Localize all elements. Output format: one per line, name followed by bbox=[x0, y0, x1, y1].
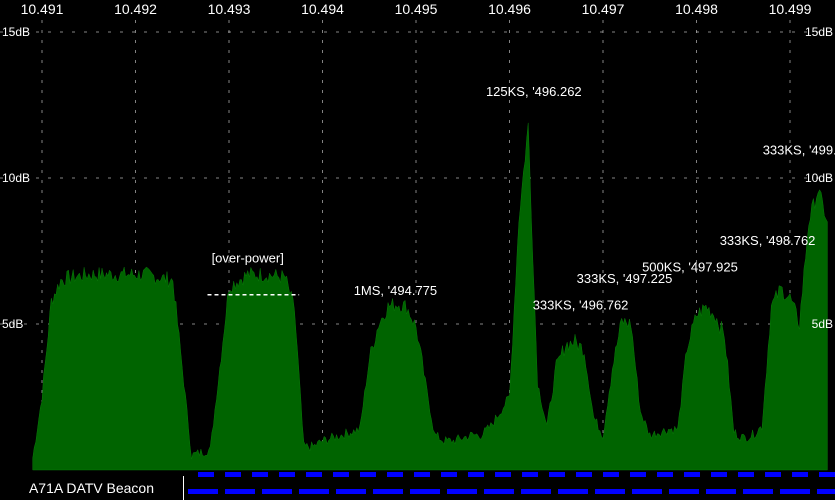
channel-bar-bottom bbox=[595, 489, 625, 494]
channel-bar-top bbox=[279, 472, 295, 477]
db-tick-label-right: 15dB bbox=[805, 25, 833, 39]
signal-annotation: 333KS, '496.762 bbox=[533, 297, 629, 312]
beacon-label[interactable]: A71A DATV Beacon bbox=[0, 476, 184, 500]
channel-bar-top bbox=[630, 472, 646, 477]
signal-annotation: 500KS, '497.925 bbox=[642, 259, 738, 274]
frequency-tick-label: 10.497 bbox=[582, 1, 625, 17]
frequency-tick-label: 10.494 bbox=[301, 1, 344, 17]
channel-bar-bottom bbox=[706, 489, 736, 494]
channel-bar-bottom bbox=[484, 489, 514, 494]
frequency-tick-label: 10.495 bbox=[395, 1, 438, 17]
channel-bar-top bbox=[819, 472, 835, 477]
signal-annotation: 1MS, '494.775 bbox=[354, 283, 437, 298]
channel-bar-bottom bbox=[447, 489, 477, 494]
frequency-tick-label: 10.498 bbox=[675, 1, 718, 17]
frequency-tick-label: 10.499 bbox=[769, 1, 812, 17]
channel-bar-top bbox=[603, 472, 619, 477]
channel-bar-top bbox=[252, 472, 268, 477]
channel-bar-bottom bbox=[410, 489, 440, 494]
channel-bar-bottom bbox=[669, 489, 699, 494]
channel-bar-top bbox=[333, 472, 349, 477]
channel-bar-top bbox=[225, 472, 241, 477]
channel-bar-top bbox=[198, 472, 214, 477]
signal-annotation: [over-power] bbox=[212, 251, 284, 266]
channel-bar-bottom bbox=[632, 489, 662, 494]
channel-bar-bottom bbox=[780, 489, 810, 494]
frequency-tick-label: 10.492 bbox=[114, 1, 157, 17]
channel-bar-top bbox=[684, 472, 700, 477]
channel-bar-top bbox=[549, 472, 565, 477]
db-tick-label-left: 15dB bbox=[2, 25, 30, 39]
channel-bar-top bbox=[792, 472, 808, 477]
channel-bar-top bbox=[387, 472, 403, 477]
channel-bar-top bbox=[360, 472, 376, 477]
channel-bar-top bbox=[657, 472, 673, 477]
db-tick-label-left: 5dB bbox=[2, 317, 23, 331]
db-tick-label-right: 5dB bbox=[812, 317, 833, 331]
channel-bar-bottom bbox=[336, 489, 366, 494]
channel-bar-top bbox=[414, 472, 430, 477]
channel-bar-bottom bbox=[373, 489, 403, 494]
channel-bar-top bbox=[711, 472, 727, 477]
channel-bar-bottom bbox=[521, 489, 551, 494]
frequency-tick-label: 10.496 bbox=[488, 1, 531, 17]
channel-bar-top bbox=[306, 472, 322, 477]
db-tick-label-right: 10dB bbox=[805, 171, 833, 185]
signal-annotation: 333KS, '498.762 bbox=[720, 233, 816, 248]
channel-bar-bottom bbox=[262, 489, 292, 494]
frequency-tick-label: 10.491 bbox=[21, 1, 64, 17]
channel-bar-bottom bbox=[558, 489, 588, 494]
spectrum-plot: 10.491 10.492 10.493 10.494 10.495 10.496 10.4… bbox=[0, 0, 835, 500]
channel-bar-top bbox=[441, 472, 457, 477]
channel-bar-top bbox=[576, 472, 592, 477]
channel-bar-bottom bbox=[225, 489, 255, 494]
channel-bar-bottom bbox=[743, 489, 773, 494]
db-tick-label-left: 10dB bbox=[2, 171, 30, 185]
channel-bar-top bbox=[495, 472, 511, 477]
frequency-axis: 10.491 10.492 10.493 10.494 10.495 10.496 10.4… bbox=[21, 1, 812, 17]
signal-annotation: 333KS, '499.225 bbox=[763, 143, 835, 158]
channel-bar-top bbox=[738, 472, 754, 477]
channel-bar-top bbox=[765, 472, 781, 477]
channel-bar-top bbox=[468, 472, 484, 477]
channel-bar-bottom bbox=[299, 489, 329, 494]
channel-bar-top bbox=[522, 472, 538, 477]
channel-bar-bottom bbox=[817, 489, 835, 494]
frequency-tick-label: 10.493 bbox=[208, 1, 251, 17]
signal-annotation: 125KS, '496.262 bbox=[486, 84, 582, 99]
channel-bar-bottom bbox=[188, 489, 218, 494]
